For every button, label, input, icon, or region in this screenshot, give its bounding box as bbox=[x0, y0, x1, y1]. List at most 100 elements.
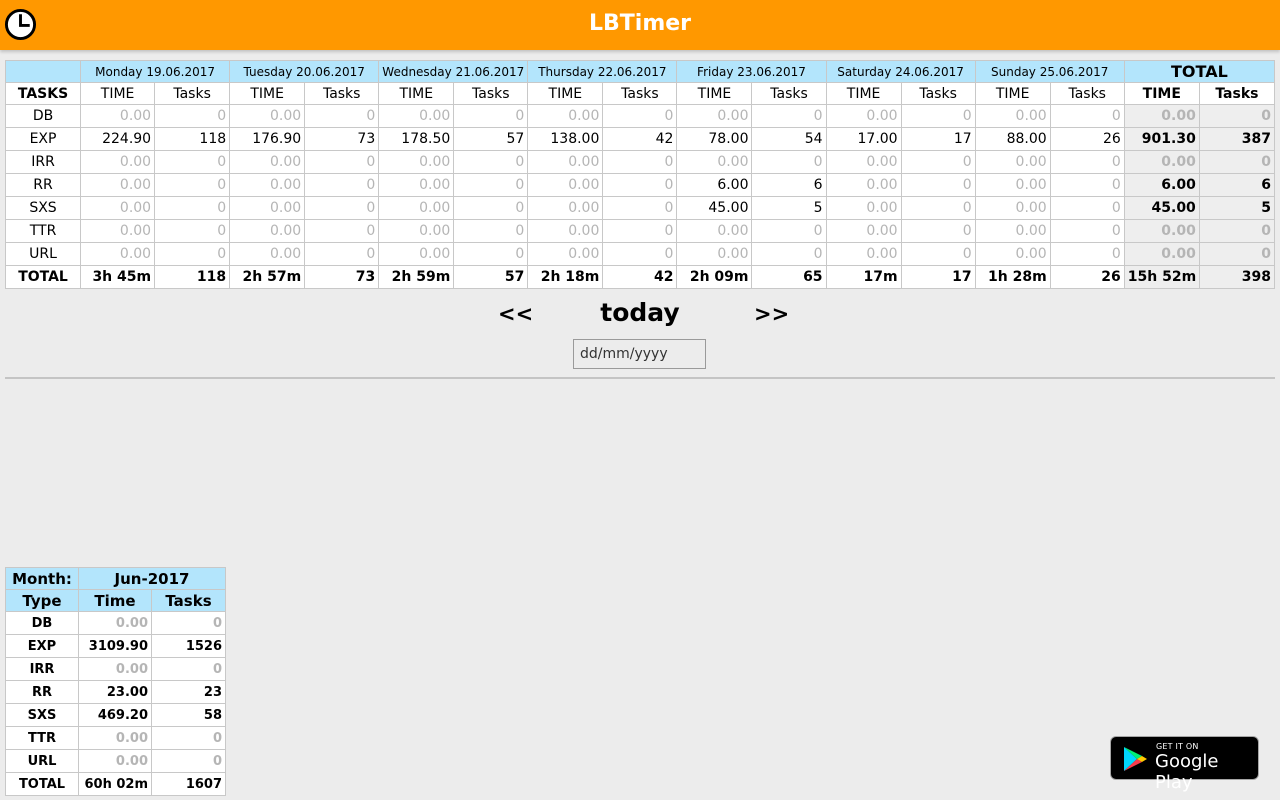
day-total-count: 57 bbox=[453, 265, 529, 289]
google-play-badge[interactable]: GET IT ON Google Play bbox=[1110, 736, 1259, 793]
count-cell: 57 bbox=[453, 127, 529, 151]
count-cell: 0 bbox=[453, 173, 529, 197]
count-cell: 0 bbox=[154, 219, 231, 243]
count-cell: 0 bbox=[1049, 150, 1125, 174]
month-tasks-cell: 1526 bbox=[150, 634, 227, 658]
day-total-time: 3h 45m bbox=[80, 265, 156, 289]
app-title: LBTimer bbox=[588, 11, 692, 36]
time-column-header: TIME bbox=[80, 82, 156, 105]
next-week-button[interactable]: >> bbox=[754, 302, 789, 326]
count-cell: 0 bbox=[304, 173, 380, 197]
month-time-cell: 0.00 bbox=[78, 657, 152, 681]
task-row: TTR 0.00 0 0.00 0 0.00 0 0.00 0 0.00 0 0.00 0 0.00 0 0.… bbox=[4, 219, 1276, 243]
count-cell: 0 bbox=[900, 219, 976, 243]
google-play-icon bbox=[1124, 747, 1147, 771]
month-type: SXS bbox=[5, 703, 79, 727]
count-column-header: Tasks bbox=[900, 82, 976, 105]
row-total-count: 0 bbox=[1198, 242, 1276, 266]
month-type: URL bbox=[5, 749, 79, 773]
count-cell: 0 bbox=[1049, 173, 1125, 197]
count-cell: 17 bbox=[900, 127, 976, 151]
time-cell: 0.00 bbox=[974, 150, 1051, 174]
month-time-cell: 23.00 bbox=[78, 680, 152, 704]
count-cell: 0 bbox=[900, 104, 976, 128]
day-header: Wednesday 21.06.2017 bbox=[378, 60, 529, 83]
month-type: IRR bbox=[5, 657, 79, 681]
count-cell: 0 bbox=[751, 242, 827, 266]
count-cell: 6 bbox=[751, 173, 827, 197]
row-total-time: 0.00 bbox=[1123, 150, 1200, 174]
month-tasks-cell: 0 bbox=[150, 611, 227, 635]
day-header: Friday 23.06.2017 bbox=[676, 60, 827, 83]
today-button[interactable]: today bbox=[580, 298, 700, 327]
count-cell: 0 bbox=[900, 173, 976, 197]
day-header: Monday 19.06.2017 bbox=[80, 60, 231, 83]
count-cell: 0 bbox=[154, 104, 231, 128]
time-cell: 0.00 bbox=[974, 104, 1051, 128]
time-cell: 78.00 bbox=[676, 127, 753, 151]
day-total-time: 2h 57m bbox=[229, 265, 306, 289]
time-cell: 0.00 bbox=[974, 196, 1051, 220]
count-cell: 0 bbox=[1049, 196, 1125, 220]
count-cell: 54 bbox=[751, 127, 827, 151]
time-cell: 0.00 bbox=[80, 196, 156, 220]
month-tasks-cell: 58 bbox=[150, 703, 227, 727]
time-cell: 0.00 bbox=[527, 242, 604, 266]
totals-label: TOTAL bbox=[4, 265, 82, 289]
time-cell: 0.00 bbox=[378, 104, 455, 128]
section-divider bbox=[5, 377, 1275, 379]
row-total-time: 45.00 bbox=[1123, 196, 1200, 220]
row-total-count: 0 bbox=[1198, 104, 1276, 128]
time-column-header: TIME bbox=[825, 82, 902, 105]
day-total-count: 118 bbox=[154, 265, 231, 289]
time-cell: 0.00 bbox=[676, 219, 753, 243]
time-cell: 0.00 bbox=[825, 196, 902, 220]
count-column-header: Tasks bbox=[154, 82, 231, 105]
day-header: Sunday 25.06.2017 bbox=[974, 60, 1125, 83]
time-cell: 0.00 bbox=[229, 150, 306, 174]
task-name: TTR bbox=[4, 219, 82, 243]
count-cell: 0 bbox=[1049, 104, 1125, 128]
count-cell: 0 bbox=[900, 196, 976, 220]
task-row: URL 0.00 0 0.00 0 0.00 0 0.00 0 0.00 0 0.00 0 0.00 0 0.… bbox=[4, 242, 1276, 266]
day-total-count: 42 bbox=[602, 265, 678, 289]
month-type: TTR bbox=[5, 726, 79, 750]
count-cell: 0 bbox=[304, 150, 380, 174]
count-cell: 0 bbox=[1049, 242, 1125, 266]
weekly-summary-table: Monday 19.06.2017 Tuesday 20.06.2017 Wedne… bbox=[4, 60, 1276, 289]
time-cell: 0.00 bbox=[527, 196, 604, 220]
count-cell: 0 bbox=[602, 104, 678, 128]
time-cell: 0.00 bbox=[229, 173, 306, 197]
previous-week-button[interactable]: << bbox=[498, 302, 533, 326]
time-cell: 45.00 bbox=[676, 196, 753, 220]
row-total-count: 0 bbox=[1198, 150, 1276, 174]
day-header: Saturday 24.06.2017 bbox=[825, 60, 976, 83]
month-row: URL 0.00 0 bbox=[5, 749, 227, 773]
row-total-time: 0.00 bbox=[1123, 104, 1200, 128]
time-cell: 0.00 bbox=[80, 219, 156, 243]
month-tasks-cell: 0 bbox=[150, 749, 227, 773]
date-input[interactable] bbox=[573, 339, 706, 369]
count-cell: 0 bbox=[602, 150, 678, 174]
month-time-cell: 0.00 bbox=[78, 611, 152, 635]
count-cell: 0 bbox=[453, 104, 529, 128]
month-tasks-cell: 0 bbox=[150, 726, 227, 750]
month-time-cell: 3109.90 bbox=[78, 634, 152, 658]
column-header-row: TASKS TIME Tasks TIME Tasks TIME Tasks TIME Task… bbox=[4, 82, 1276, 105]
time-column-header: TIME bbox=[378, 82, 455, 105]
task-row: DB 0.00 0 0.00 0 0.00 0 0.00 0 0.00 0 0.00 0 0.00 0 0.0… bbox=[4, 104, 1276, 128]
day-total-count: 65 bbox=[751, 265, 827, 289]
time-cell: 0.00 bbox=[676, 150, 753, 174]
month-tasks-cell: 0 bbox=[150, 657, 227, 681]
time-cell: 0.00 bbox=[378, 173, 455, 197]
badge-small-text: GET IT ON bbox=[1156, 742, 1199, 751]
time-cell: 6.00 bbox=[676, 173, 753, 197]
row-total-time: 901.30 bbox=[1123, 127, 1200, 151]
month-row: SXS 469.20 58 bbox=[5, 703, 227, 727]
time-cell: 0.00 bbox=[825, 242, 902, 266]
day-total-time: 17m bbox=[825, 265, 902, 289]
time-cell: 0.00 bbox=[527, 104, 604, 128]
count-cell: 0 bbox=[602, 219, 678, 243]
time-cell: 0.00 bbox=[676, 104, 753, 128]
task-name: RR bbox=[4, 173, 82, 197]
